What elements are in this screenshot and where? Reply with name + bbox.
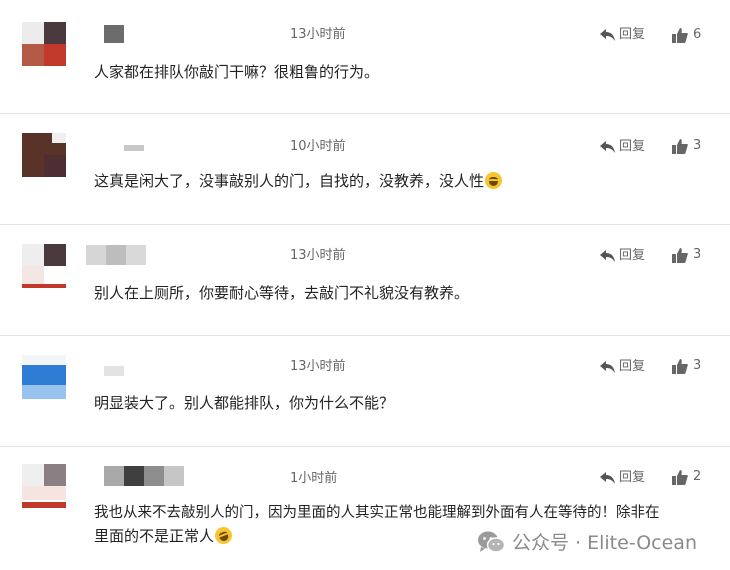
like-count: 3	[693, 247, 702, 262]
reply-arrow-icon	[600, 141, 615, 153]
comment-time: 1小时前	[290, 471, 338, 486]
like-count: 3	[693, 138, 702, 153]
comment-text: 别人在上厕所，你要耐心等待，去敲门不礼貌没有教养。	[94, 284, 470, 302]
wechat-icon	[478, 531, 505, 553]
comment-text-body: 里面的不是正常人	[94, 527, 215, 545]
comment-time: 10小时前	[290, 139, 346, 154]
thumbs-up-icon	[672, 247, 688, 263]
like-button[interactable]: 3	[672, 357, 701, 375]
reply-button[interactable]: 回复	[600, 358, 645, 376]
like-count: 2	[693, 469, 702, 484]
reply-label: 回复	[619, 27, 646, 42]
reply-arrow-icon	[600, 29, 615, 41]
comment-time: 13小时前	[290, 27, 346, 42]
watermark: 公众号 · Elite-Ocean	[477, 528, 697, 555]
comment-item: 13小时前 回复 3 别人在上厕所，你要耐心等待，去敲门不礼貌没有教养。	[0, 224, 730, 336]
reply-label: 回复	[619, 359, 646, 374]
reply-button[interactable]: 回复	[600, 247, 645, 265]
comment-text: 人家都在排队你敲门干嘛？很粗鲁的行为。	[94, 63, 380, 81]
reply-label: 回复	[619, 248, 646, 263]
comment-item: 13小时前 回复 6 人家都在排队你敲门干嘛？很粗鲁的行为。	[0, 0, 730, 114]
laughing-crying-emoji-icon	[485, 172, 503, 189]
like-count: 6	[693, 27, 702, 42]
reply-arrow-icon	[600, 361, 615, 373]
thumbs-up-icon	[672, 469, 688, 485]
avatar[interactable]	[22, 244, 66, 288]
avatar[interactable]	[22, 464, 66, 508]
thumbs-up-icon	[672, 27, 688, 43]
like-button[interactable]: 2	[672, 468, 701, 486]
comment-time: 13小时前	[290, 359, 346, 374]
like-button[interactable]: 6	[672, 26, 701, 44]
comment-item: 13小时前 回复 3 明显装大了。别人都能排队，你为什么不能？	[0, 335, 730, 447]
like-count: 3	[693, 358, 702, 373]
reply-button[interactable]: 回复	[600, 26, 645, 44]
watermark-text: 公众号 · Elite-Ocean	[512, 532, 697, 554]
thumbs-up-icon	[672, 138, 688, 154]
thumbs-up-icon	[672, 358, 688, 374]
reply-arrow-icon	[600, 250, 615, 262]
reply-label: 回复	[619, 470, 646, 485]
comment-text-line-1: 我也从来不去敲别人的门，因为里面的人其实正常也能理解到外面有人在等待的！除非在	[94, 505, 660, 521]
avatar[interactable]	[22, 22, 66, 66]
avatar[interactable]	[22, 355, 66, 399]
reply-label: 回复	[619, 139, 646, 154]
reply-arrow-icon	[600, 472, 615, 484]
comment-text-line-2: 里面的不是正常人	[94, 524, 235, 548]
like-button[interactable]: 3	[672, 246, 701, 264]
comment-time: 13小时前	[290, 248, 346, 263]
rofl-emoji-icon	[212, 524, 235, 547]
comment-text: 明显装大了。别人都能排队，你为什么不能？	[94, 394, 395, 412]
like-button[interactable]: 3	[672, 137, 701, 155]
avatar[interactable]	[22, 133, 66, 177]
comment-text-body: 这真是闲大了，没事敲别人的门，自找的，没教养，没人性	[94, 172, 485, 190]
comment-item: 10小时前 回复 3 这真是闲大了，没事敲别人的门，自找的，没教养，没人性	[0, 113, 730, 225]
reply-button[interactable]: 回复	[600, 138, 645, 156]
reply-button[interactable]: 回复	[600, 469, 645, 487]
comment-text: 这真是闲大了，没事敲别人的门，自找的，没教养，没人性	[94, 169, 503, 193]
